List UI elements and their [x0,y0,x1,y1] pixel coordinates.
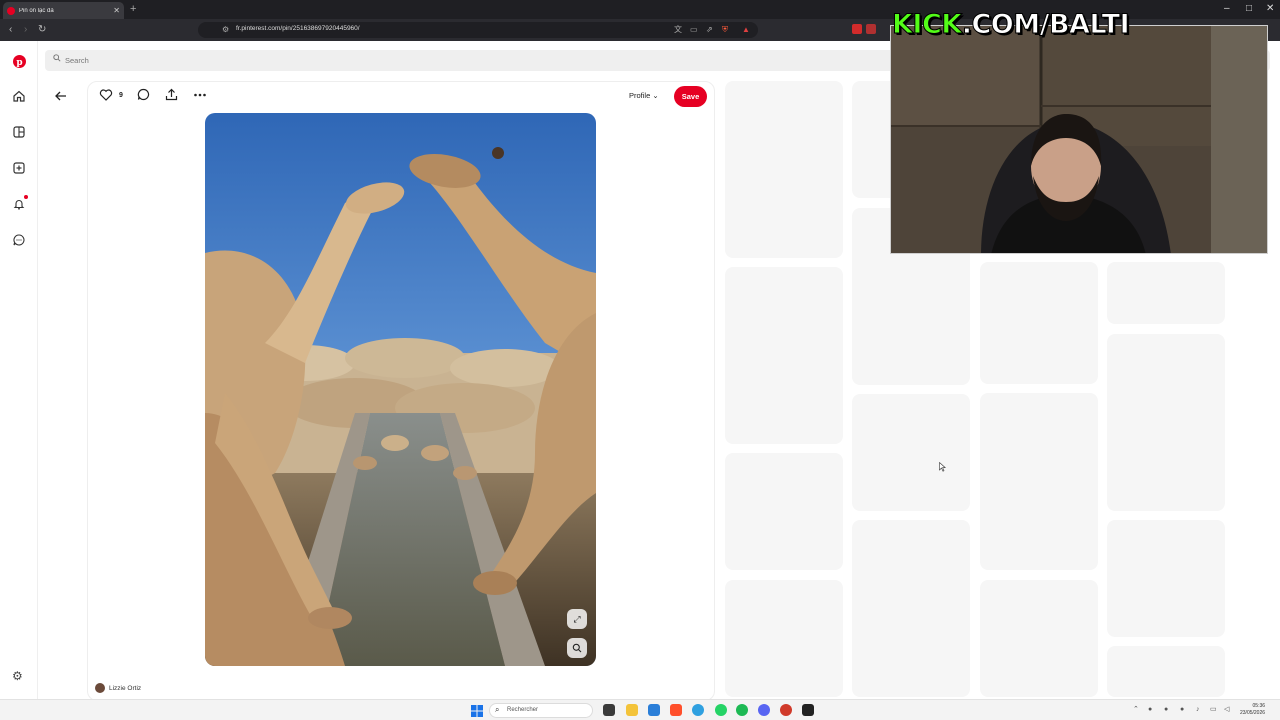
profile-board-dropdown[interactable]: Profile ⌄ [629,91,659,100]
camels-photo [205,113,596,666]
close-tab-icon[interactable]: ✕ [113,6,120,15]
network-icon[interactable]: ▭ [1210,705,1217,715]
translate-icon[interactable]: 文 [674,24,682,36]
pinterest-logo-icon[interactable]: p [11,53,27,69]
extension-icon[interactable] [852,24,862,34]
search-icon: ⌕ [495,705,500,714]
back-arrow-icon[interactable] [54,89,68,106]
pin-placeholder [852,394,970,511]
pin-placeholder [1107,262,1225,324]
brave-browser-icon[interactable] [670,704,682,716]
kick-channel-text: .COM/BALTI [961,9,1130,41]
steam-icon[interactable]: ● [1148,705,1152,715]
forward-nav-icon[interactable]: › [24,23,27,37]
webcam-video [890,25,1268,254]
brave-shield-icon[interactable]: ⛨ [722,24,728,36]
tray-app-icon[interactable]: ● [1164,705,1168,715]
pin-placeholder [725,81,843,258]
pin-placeholder [725,453,843,570]
svg-text:p: p [16,57,22,67]
left-nav-rail: p [0,41,38,699]
create-icon[interactable] [11,160,27,176]
cast-icon[interactable]: ▭ [690,24,698,36]
brave-rewards-icon[interactable]: ▲ [742,24,750,36]
site-info-icon[interactable]: ⚙ [222,24,229,36]
search-input[interactable] [65,52,365,69]
address-bar[interactable]: ⚙ fr.pinterest.com/pin/25163869792044596… [198,22,758,38]
mic-icon[interactable]: ♪ [1196,705,1200,715]
pin-placeholder [980,580,1098,697]
system-clock[interactable]: 05:36 23/05/2026 [1240,703,1265,717]
visual-search-icon[interactable] [567,638,587,658]
taskbar-search-placeholder: Rechercher [507,707,539,713]
mouse-cursor-icon [939,459,946,477]
store-icon[interactable] [648,704,660,716]
comment-icon[interactable] [137,88,150,105]
clock-time: 05:36 [1252,703,1266,709]
clock-date: 23/05/2026 [1240,710,1266,716]
author-name: Lizzie Ortiz [109,684,142,692]
new-tab-icon[interactable]: + [130,3,136,15]
more-options-icon[interactable] [193,88,207,106]
share-upload-icon[interactable] [165,88,178,105]
tray-app-icon[interactable]: ● [1180,705,1184,715]
taskbar-search[interactable]: ⌕ Rechercher [489,703,593,718]
tab-title: Pin on lạc đà [19,7,54,14]
like-heart-icon[interactable] [99,88,113,106]
webcam-overlay: KICK.COM/BALTI [888,8,1270,254]
obs-icon[interactable] [780,704,792,716]
windows-taskbar: ⌕ Rechercher ⌃ ● ● ● ♪ ▭ ◁ 05:36 23/05/2… [0,699,1280,720]
task-view-icon[interactable] [603,704,615,716]
settings-gear-icon[interactable]: ⚙ [12,669,23,683]
telegram-icon[interactable] [692,704,704,716]
windows-start-icon[interactable] [471,704,483,720]
share-icon[interactable]: ⇗ [706,24,713,36]
save-button[interactable]: Save [674,86,707,107]
chevron-down-icon: ⌄ [652,91,659,100]
volume-icon[interactable]: ◁ [1224,705,1229,715]
browser-tab[interactable]: Pin on lạc đà ✕ [3,2,124,19]
pin-placeholder [1107,646,1225,697]
pin-placeholder [1107,334,1225,511]
search-icon [53,54,61,64]
home-icon[interactable] [11,88,27,104]
url-text: fr.pinterest.com/pin/251638697920445960/ [236,25,360,32]
pin-placeholder [725,267,843,444]
kick-channel-watermark: KICK.COM/BALTI [892,8,1131,42]
back-nav-icon[interactable]: ‹ [9,23,12,37]
messages-icon[interactable] [11,232,27,248]
pin-placeholder [725,580,843,697]
pin-placeholder [980,393,1098,570]
pin-image[interactable]: ⤢ [205,113,596,666]
notion-icon[interactable] [802,704,814,716]
spotify-icon[interactable] [736,704,748,716]
pin-placeholder [1107,520,1225,637]
kick-brand-text: KICK [892,9,963,41]
tray-chevron-icon[interactable]: ⌃ [1133,705,1139,715]
expand-icon[interactable]: ⤢ [567,609,587,629]
profile-label: Profile [629,91,651,100]
pin-placeholder [980,262,1098,384]
pinterest-favicon-icon [7,6,15,15]
whatsapp-icon[interactable] [715,704,727,716]
reload-icon[interactable]: ↻ [38,23,46,37]
pin-author[interactable]: Lizzie Ortiz [95,683,141,693]
notification-dot [24,195,28,199]
like-count: 9 [119,92,123,99]
pin-placeholder [852,520,970,697]
avatar [95,683,105,693]
file-explorer-icon[interactable] [626,704,638,716]
discord-icon[interactable] [758,704,770,716]
extension-icon[interactable] [866,24,876,34]
explore-icon[interactable] [11,124,27,140]
notifications-bell-icon[interactable] [11,195,28,212]
